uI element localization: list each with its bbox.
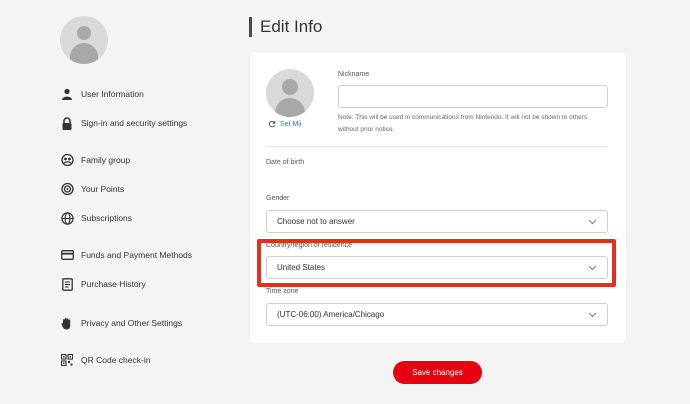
nickname-field[interactable] (338, 85, 608, 108)
country-highlight-box (257, 239, 616, 287)
card-icon (60, 248, 74, 262)
sidebar-item-label: QR Code check-in (81, 355, 151, 365)
sidebar-item-label: Privacy and Other Settings (81, 318, 183, 328)
chevron-down-icon (587, 310, 597, 320)
timezone-value: (UTC-06:00) America/Chicago (277, 310, 385, 319)
refresh-icon (268, 120, 276, 128)
user-icon (60, 87, 74, 101)
nickname-note: Note: This will be used in communication… (338, 114, 588, 133)
gender-label: Gender (266, 195, 290, 202)
sidebar-item-label: Funds and Payment Methods (81, 250, 193, 260)
sidebar-item-qr-code[interactable]: QR Code check-in (60, 352, 150, 368)
sidebar-item-label: User Information (81, 89, 144, 99)
sidebar-item-label: Purchase History (81, 279, 146, 289)
timezone-select[interactable]: (UTC-06:00) America/Chicago (266, 303, 608, 326)
sidebar-item-sign-in-security[interactable]: Sign-in and security settings (60, 115, 187, 131)
timezone-label: Time zone (266, 288, 299, 295)
points-icon (60, 182, 74, 196)
hand-icon (60, 316, 74, 330)
globe-icon (60, 211, 74, 225)
sidebar-item-your-points[interactable]: Your Points (60, 181, 124, 197)
sidebar-item-label: Subscriptions (81, 213, 133, 223)
save-changes-button[interactable]: Save changes (393, 361, 482, 384)
set-mii-link[interactable]: Set Mii (268, 120, 301, 128)
page-title: Edit Info (249, 17, 322, 37)
gender-value: Choose not to answer (277, 217, 355, 226)
set-mii-label: Set Mii (280, 120, 302, 128)
sidebar-item-family-group[interactable]: Family group (60, 152, 130, 168)
qr-icon (60, 353, 74, 367)
sidebar-item-user-information[interactable]: User Information (60, 86, 144, 102)
sidebar-item-label: Family group (81, 155, 131, 165)
nickname-label: Nickname (338, 71, 370, 78)
receipt-icon (60, 277, 74, 291)
lock-icon (60, 116, 74, 130)
dob-label: Date of birth (266, 159, 305, 166)
sidebar-item-label: Your Points (81, 184, 125, 194)
sidebar: User Information Sign-in and security se… (0, 0, 230, 404)
family-icon (60, 153, 74, 167)
gender-select[interactable]: Choose not to answer (266, 210, 608, 233)
divider (266, 146, 608, 147)
chevron-down-icon (587, 217, 597, 227)
sidebar-item-label: Sign-in and security settings (81, 118, 188, 128)
sidebar-item-purchase-history[interactable]: Purchase History (60, 276, 146, 292)
sidebar-item-privacy-settings[interactable]: Privacy and Other Settings (60, 315, 182, 331)
user-avatar[interactable] (60, 16, 108, 64)
mii-avatar[interactable] (266, 69, 314, 117)
sidebar-item-funds-payment[interactable]: Funds and Payment Methods (60, 247, 192, 263)
sidebar-item-subscriptions[interactable]: Subscriptions (60, 210, 132, 226)
